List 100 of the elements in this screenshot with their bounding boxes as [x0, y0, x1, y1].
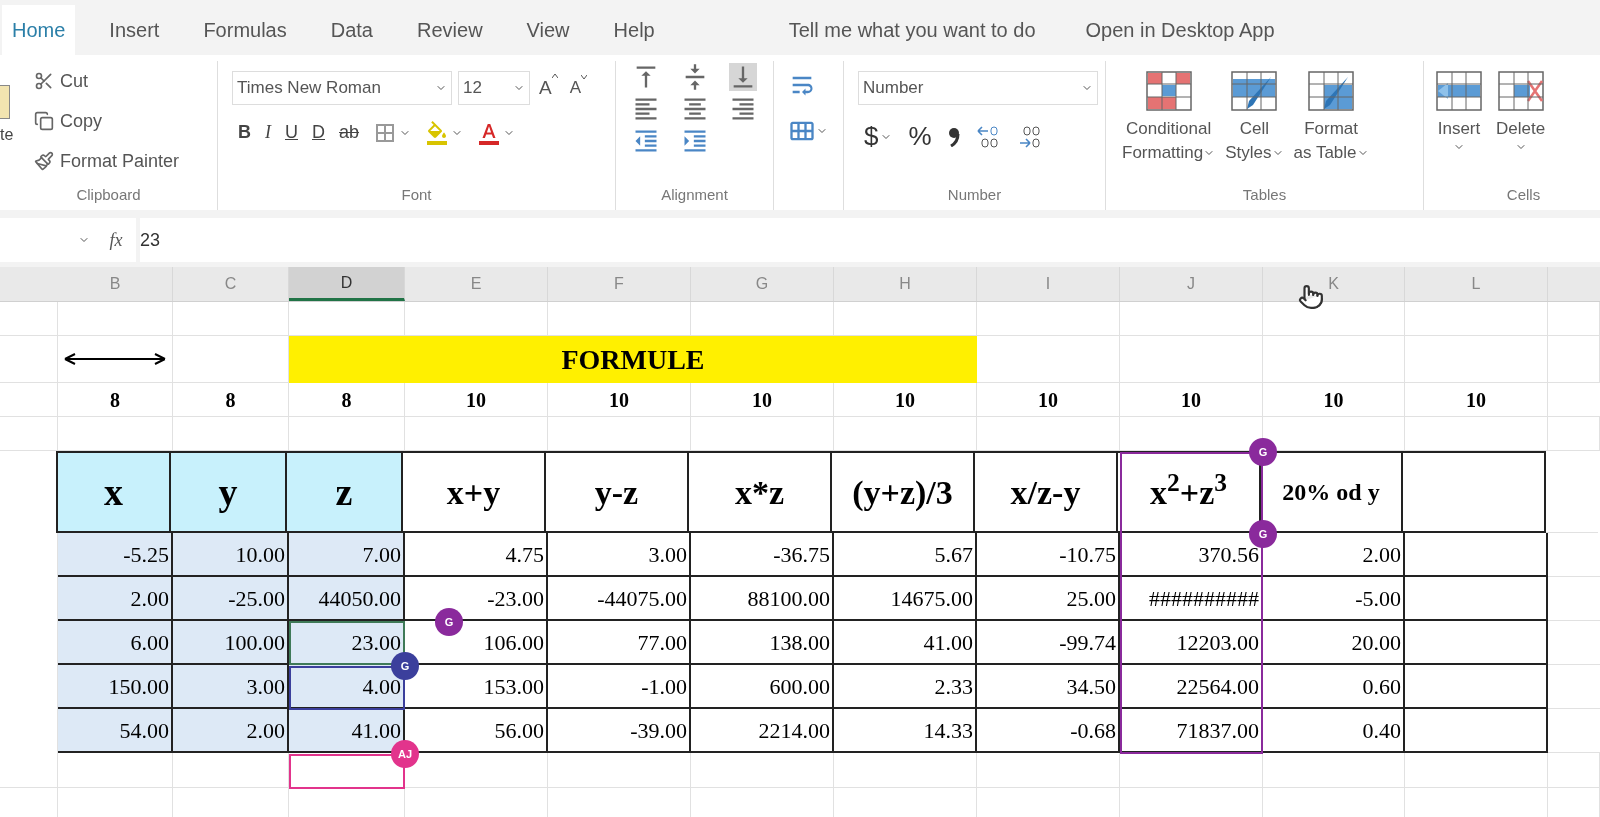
table-header-cell: x*z [687, 451, 832, 533]
width-value: 10 [752, 387, 772, 413]
table-cell: 41.00 [834, 621, 977, 665]
table-cell: 44050.00 [289, 577, 405, 621]
cut-button[interactable]: Cut [34, 63, 180, 99]
copy-button[interactable]: Copy [34, 103, 180, 139]
table-cell: 2.00 [173, 709, 289, 753]
table-cell: 54.00 [58, 709, 173, 753]
fill-color-icon[interactable] [425, 120, 450, 145]
table-format-button[interactable]: Cell Styles [1225, 71, 1284, 165]
table-cell: -25.00 [173, 577, 289, 621]
group-label: Clipboard [76, 184, 141, 205]
table-cell: -39.00 [548, 709, 691, 753]
sheet-title: FORMULE [561, 342, 705, 377]
width-value: 10 [895, 387, 915, 413]
tell-me-search[interactable]: Tell me what you want to do [788, 5, 1036, 55]
paste-icon [0, 85, 10, 119]
font-style-button[interactable]: D [312, 119, 325, 146]
cells-grid-icon [1497, 71, 1544, 111]
paintbrush-icon [34, 151, 54, 171]
table-grid-icon [1145, 71, 1192, 111]
group-label: Alignment [661, 184, 728, 205]
table-grid-icon [1231, 71, 1278, 111]
table-cell: 14.33 [834, 709, 977, 753]
font-size-dropdown[interactable]: 12 [458, 71, 530, 105]
group-label: Cells [1506, 184, 1541, 205]
table-cell: -5.00 [1263, 577, 1405, 621]
paste-button[interactable]: te [0, 123, 14, 147]
table-cell: 88100.00 [691, 577, 834, 621]
group-label: Number [947, 184, 1002, 205]
width-value: 10 [466, 387, 486, 413]
cells-button[interactable]: Insert [1436, 71, 1482, 153]
font-style-button[interactable]: ab [339, 119, 360, 146]
table-cell: 0.40 [1263, 709, 1405, 753]
grow-font-button[interactable]: A [536, 73, 561, 103]
empty-cell [1548, 336, 1600, 383]
table-cell: 2.33 [834, 665, 977, 709]
ribbon-tab[interactable]: Insert [99, 5, 170, 55]
table-cell: 20.00 [1263, 621, 1405, 665]
table-cell: -99.74 [977, 621, 1120, 665]
insert-function-button[interactable]: fx [96, 218, 136, 262]
table-cell: -1.00 [548, 665, 691, 709]
currency-button[interactable]: $ [864, 117, 879, 156]
table-cell: 5.67 [834, 533, 977, 577]
formula-field[interactable]: 23 [140, 218, 1600, 262]
width-value: 10 [609, 387, 629, 413]
number-format-dropdown[interactable]: Number [858, 71, 1098, 105]
table-cell: 25.00 [977, 577, 1120, 621]
table-cell: 2214.00 [691, 709, 834, 753]
table-cell: 100.00 [173, 621, 289, 665]
table-format-button[interactable]: Format as Table [1293, 71, 1369, 165]
table-header-cell: x [56, 451, 171, 533]
table-cell: 7.00 [289, 533, 405, 577]
table-cell: 10.00 [173, 533, 289, 577]
table-cell: -44075.00 [548, 577, 691, 621]
shrink-font-button[interactable]: A [566, 75, 591, 101]
table-cell: 0.60 [1263, 665, 1405, 709]
empty-cell [0, 753, 58, 788]
width-value: 8 [341, 387, 352, 413]
table-cell: -0.68 [977, 709, 1120, 753]
group-label: Font [401, 184, 432, 205]
table-header-cell: x+y [401, 451, 546, 533]
table-format-button[interactable]: Conditional Formatting [1122, 71, 1216, 165]
open-in-desktop-app-button[interactable]: Open in Desktop App [1085, 5, 1275, 55]
table-cell: 4.75 [405, 533, 548, 577]
group-label: Tables [1242, 184, 1287, 205]
table-header-cell: y [169, 451, 287, 533]
table-header-cell: (y+z)/3 [830, 451, 975, 533]
font-style-button[interactable]: I [265, 119, 271, 146]
table-cell: -5.25 [58, 533, 173, 577]
copy-icon [34, 111, 54, 131]
table-header-cell: x/z-y [973, 451, 1118, 533]
table-cell: 150.00 [58, 665, 173, 709]
empty-cell [1548, 753, 1600, 788]
table-cell: 600.00 [691, 665, 834, 709]
font-style-button[interactable]: U [285, 119, 298, 146]
table-cell: 3.00 [173, 665, 289, 709]
ribbon-tab[interactable]: Help [603, 5, 665, 55]
table-cell: -36.75 [691, 533, 834, 577]
width-value: 8 [225, 387, 236, 413]
comma-style-icon[interactable] [947, 126, 960, 147]
percent-button[interactable]: % [908, 117, 932, 156]
ribbon-tab[interactable]: Home [2, 5, 76, 55]
width-value: 10 [1323, 387, 1344, 413]
empty-cell [0, 417, 58, 451]
caret-down-icon [581, 75, 588, 80]
width-value: 8 [110, 387, 120, 413]
ribbon-tab[interactable]: Review [407, 5, 493, 55]
table-header-cell: y-z [544, 451, 689, 533]
ribbon-tab[interactable]: Data [320, 5, 383, 55]
font-style-button[interactable]: B [238, 119, 251, 146]
column-header[interactable]: D [289, 267, 405, 301]
format-painter-button[interactable]: Format Painter [34, 143, 180, 179]
ribbon-tab[interactable]: Formulas [193, 5, 297, 55]
table-cell: -10.75 [977, 533, 1120, 577]
font-name-dropdown[interactable]: Times New Roman [232, 71, 452, 105]
ribbon-tab[interactable]: View [516, 5, 580, 55]
cells-button[interactable]: Delete [1496, 71, 1546, 153]
table-cell: 138.00 [691, 621, 834, 665]
align-bottom-icon[interactable] [729, 63, 758, 91]
